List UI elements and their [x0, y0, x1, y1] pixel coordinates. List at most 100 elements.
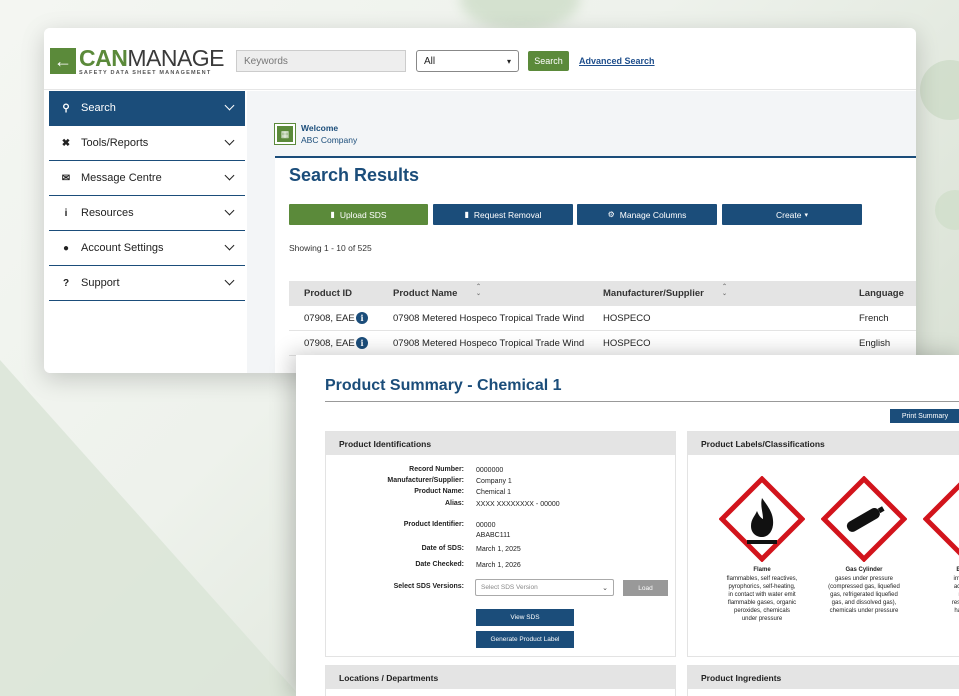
create-dropdown-button[interactable]: Create ▾	[722, 204, 862, 225]
building-icon: ▦	[274, 123, 296, 145]
product-labels-card: Product Labels/Classifications Flame fla…	[687, 431, 959, 657]
print-summary-button[interactable]: Print Summary	[890, 409, 959, 423]
pictogram-exclamation: Exclan irritation ( acute tox narco resp…	[921, 476, 959, 615]
view-sds-button[interactable]: View SDS	[476, 609, 574, 626]
flame-icon	[719, 476, 805, 562]
cell-product-id: 07908, EAE	[304, 338, 355, 349]
sort-icon[interactable]: ⌃ ⌄	[476, 284, 481, 298]
sidebar-item-search[interactable]: ⚲ Search	[49, 91, 245, 126]
request-removal-button[interactable]: ▮ Request Removal	[433, 204, 573, 225]
product-identifications-card: Product Identifications Record Number: 0…	[325, 431, 676, 657]
sidebar: ⚲ Search ✖ Tools/Reports ✉ Message Centr…	[49, 91, 245, 373]
cell-product-name[interactable]: 07908 Metered Hospeco Tropical Trade Win…	[393, 338, 584, 349]
manufacturer-value: Company 1	[476, 478, 512, 485]
sds-version-select[interactable]: Select SDS Version ⌄	[475, 579, 614, 596]
cell-language: English	[859, 338, 891, 349]
logo-can: CAN	[79, 45, 128, 71]
chevron-down-icon	[224, 135, 235, 146]
sidebar-item-label: Message Centre	[81, 172, 162, 184]
pictogram-name: Exclan	[956, 567, 959, 573]
pictogram-name: Gas Cylinder	[845, 567, 883, 573]
chevron-down-icon	[224, 100, 235, 111]
showing-prefix: Showing	[289, 243, 322, 253]
load-button[interactable]: Load	[623, 580, 668, 596]
pictogram-name: Flame	[753, 567, 771, 573]
manage-columns-button[interactable]: ⚙ Manage Columns	[577, 204, 717, 225]
ingredients-card: Product Ingredients	[687, 665, 959, 696]
pictogram-desc: gas, and dissolved gas),	[831, 600, 897, 606]
scope-select-value: All	[424, 55, 436, 67]
manage-columns-label: Manage Columns	[619, 209, 687, 220]
chevron-down-icon	[224, 240, 235, 251]
generate-product-label-button[interactable]: Generate Product Label	[476, 631, 574, 648]
keywords-input[interactable]	[236, 50, 406, 72]
main-content: ▦ Welcome ABC Company Search Results ▮ U…	[247, 91, 916, 373]
cell-manufacturer: HOSPECO	[603, 313, 651, 324]
scope-select[interactable]: All ▾	[416, 50, 519, 72]
sidebar-item-resources[interactable]: i Resources	[49, 196, 245, 231]
product-identifier-value-2: ABABC111	[476, 532, 511, 539]
pictogram-desc: narco	[921, 591, 959, 599]
sidebar-item-label: Account Settings	[81, 242, 164, 254]
alias-value: XXXX XXXXXXXX - 00000	[476, 501, 560, 508]
create-label: Create	[775, 209, 802, 220]
canmanage-logo[interactable]: ← CANMANAGE SAFETY DATA SHEET MANAGEMENT	[50, 45, 225, 76]
welcome-greeting: Welcome	[301, 123, 339, 133]
upload-sds-label: Upload SDS	[339, 209, 387, 220]
pictogram-desc: in contact with water emit	[728, 592, 796, 598]
sidebar-item-support[interactable]: ? Support	[49, 266, 245, 301]
user-icon: ●	[62, 242, 70, 254]
cell-product-id: 07908, EAE	[304, 313, 355, 324]
chevron-down-icon	[224, 275, 235, 286]
trash-icon: ▮	[464, 210, 469, 219]
table-row[interactable]: 07908, EAE i 07908 Metered Hospeco Tropi…	[289, 306, 916, 331]
date-checked-value: March 1, 2026	[476, 562, 521, 569]
gas-cylinder-icon	[821, 476, 907, 562]
pictogram-desc: flammables, self reactives,	[726, 576, 798, 582]
file-icon: ▮	[330, 210, 335, 219]
upload-sds-button[interactable]: ▮ Upload SDS	[289, 204, 428, 225]
pictogram-desc: under pressure	[741, 616, 783, 622]
sort-icon[interactable]: ⌃ ⌄	[722, 284, 727, 298]
sidebar-item-label: Resources	[81, 207, 134, 219]
welcome-block: ▦ Welcome ABC Company	[274, 122, 357, 146]
info-icon[interactable]: i	[356, 337, 368, 349]
table-row[interactable]: 07908, EAE i 07908 Metered Hospeco Tropi…	[289, 331, 916, 356]
info-icon[interactable]: i	[356, 312, 368, 324]
cell-product-name[interactable]: 07908 Metered Hospeco Tropical Trade Win…	[393, 313, 584, 324]
logo-manage: MANAGE	[127, 45, 225, 71]
results-panel: Search Results ▮ Upload SDS ▮ Request Re…	[275, 156, 916, 373]
advanced-search-link[interactable]: Advanced Search	[579, 56, 655, 66]
cell-language: French	[859, 313, 889, 324]
pictogram-desc: irritation (	[953, 576, 959, 582]
sidebar-item-tools-reports[interactable]: ✖ Tools/Reports	[49, 126, 245, 161]
summary-title: Product Summary - Chemical 1	[325, 377, 562, 394]
page-title: Search Results	[289, 165, 420, 185]
product-summary-window: Product Summary - Chemical 1 Print Summa…	[296, 355, 959, 696]
sidebar-item-account-settings[interactable]: ● Account Settings	[49, 231, 245, 266]
pictogram-desc: acute tox	[953, 584, 959, 590]
column-header-language[interactable]: Language	[859, 288, 904, 299]
card-header: Product Identifications	[326, 432, 675, 455]
gear-icon: ⚙	[607, 210, 615, 219]
search-button[interactable]: Search	[528, 51, 569, 71]
arrow-left-icon: ←	[50, 48, 76, 74]
locations-card: Locations / Departments	[325, 665, 676, 696]
pictogram-desc: gases under pressure	[834, 576, 894, 582]
column-header-manufacturer[interactable]: Manufacturer/Supplier	[603, 288, 704, 299]
pictogram-desc: chemicals under pressure	[829, 608, 899, 614]
column-header-product-name[interactable]: Product Name	[393, 288, 457, 299]
showing-total: of 525	[348, 243, 372, 253]
company-name[interactable]: ABC Company	[301, 134, 357, 146]
message-icon: ✉	[61, 172, 71, 184]
product-identifier-value-1: 00000	[476, 522, 496, 529]
sidebar-item-message-centre[interactable]: ✉ Message Centre	[49, 161, 245, 196]
sidebar-item-label: Support	[81, 277, 120, 289]
column-header-product-id[interactable]: Product ID	[304, 288, 352, 299]
product-name-value: Chemical 1	[476, 489, 512, 496]
pictogram-desc: gas, refrigerated liquefied	[830, 592, 898, 598]
info-icon: i	[64, 207, 68, 219]
results-count: Showing 1 - 10 of 525	[289, 243, 372, 253]
card-header: Product Labels/Classifications	[688, 432, 959, 455]
background-shape	[0, 360, 300, 696]
